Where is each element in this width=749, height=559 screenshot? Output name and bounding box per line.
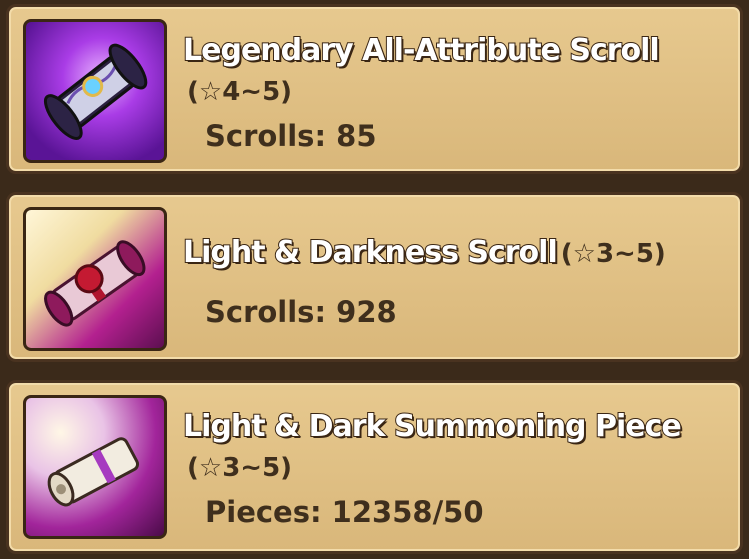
item-star-range: (☆3~5) [560, 239, 666, 269]
item-title: Light & Dark Summoning Piece [182, 408, 683, 445]
item-card-light-darkness-scroll[interactable]: Light & Darkness Scroll (☆3~5) Scrolls: 9… [6, 192, 743, 362]
item-count: Scrolls: 85 [205, 119, 377, 153]
summoning-piece-icon [23, 395, 167, 539]
item-card-legendary-scroll[interactable]: Legendary All-Attribute Scroll (☆4~5) Sc… [6, 4, 743, 174]
item-count: Pieces: 12358/50 [205, 495, 484, 529]
item-star-range: (☆3~5) [187, 453, 293, 483]
item-title: Light & Darkness Scroll (☆3~5) [182, 234, 666, 271]
light-dark-scroll-icon [23, 207, 167, 351]
item-card-summoning-piece[interactable]: Light & Dark Summoning Piece (☆3~5) Piec… [6, 380, 743, 554]
item-title: Legendary All-Attribute Scroll [182, 32, 661, 69]
item-star-range: (☆4~5) [187, 77, 293, 107]
item-count: Scrolls: 928 [205, 295, 397, 329]
item-title-text: Light & Darkness Scroll [182, 234, 559, 271]
legendary-scroll-icon [23, 19, 167, 163]
